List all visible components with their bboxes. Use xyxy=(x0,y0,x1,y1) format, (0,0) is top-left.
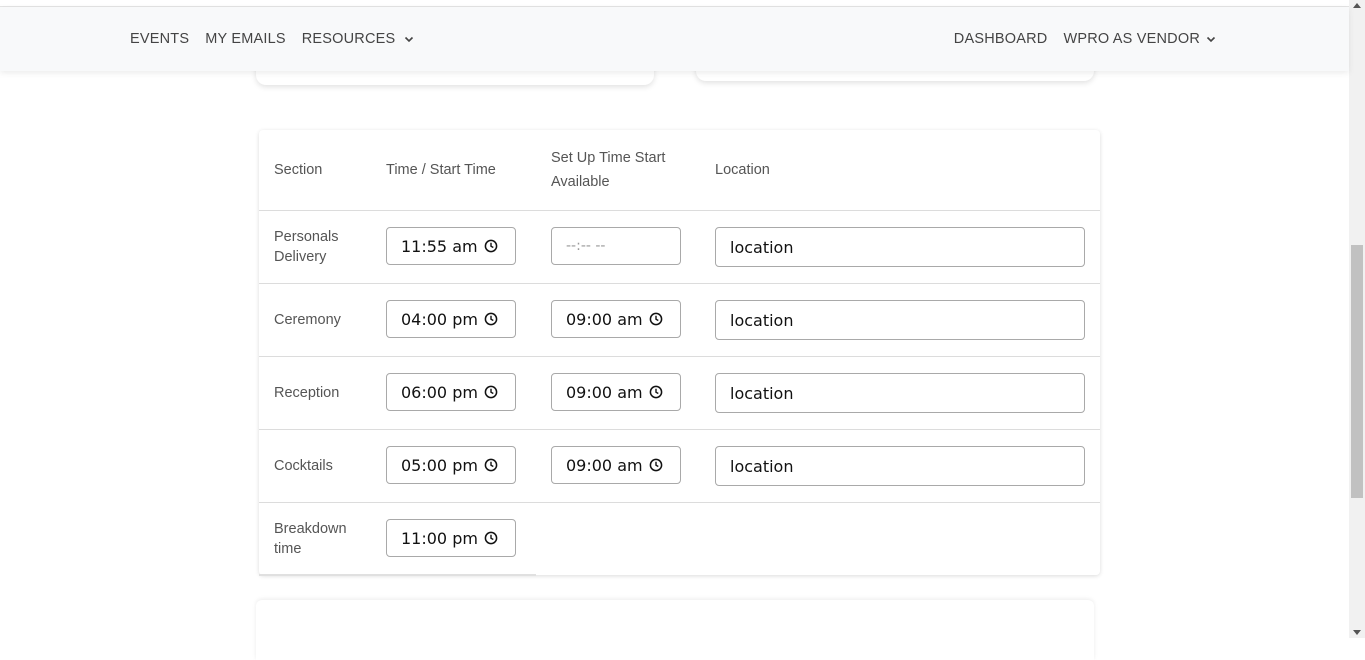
location-input[interactable]: location xyxy=(715,300,1085,340)
location-value: location xyxy=(730,456,794,476)
nav-vendor-label: WPRO AS VENDOR xyxy=(1063,31,1200,47)
browser-top-edge xyxy=(0,0,1349,7)
section-label-line2: Delivery xyxy=(274,249,327,265)
start-time-value: 04:00 pm xyxy=(401,309,478,329)
table-header: Section Time / Start Time Set Up Time St… xyxy=(259,130,1100,211)
nav-resources-dropdown[interactable]: RESOURCES xyxy=(302,31,415,47)
table-row: Reception 06:00 pm 09:00 am location xyxy=(259,357,1100,430)
section-label: Reception xyxy=(274,385,340,401)
header-setup: Set Up Time Start Available xyxy=(551,146,665,194)
header-setup-line2: Available xyxy=(551,174,610,190)
setup-time-input[interactable]: 09:00 am xyxy=(551,300,681,338)
setup-time-input[interactable]: --:-- -- xyxy=(551,227,681,265)
nav-my-emails-link[interactable]: MY EMAILS xyxy=(205,31,286,47)
nav-right-group: DASHBOARD WPRO AS VENDOR xyxy=(954,7,1216,71)
clock-icon[interactable] xyxy=(649,312,663,326)
page-scrollbar[interactable] xyxy=(1349,0,1365,638)
nav-dashboard-label: DASHBOARD xyxy=(953,31,1048,47)
setup-time-value: --:-- -- xyxy=(566,238,606,254)
table-bottom-scroll-indicator xyxy=(259,574,536,576)
top-navbar: EVENTS MY EMAILS RESOURCES DASHBOARD WPR… xyxy=(0,7,1349,71)
location-input[interactable]: location xyxy=(715,373,1085,413)
section-label: Cocktails xyxy=(274,458,333,474)
setup-time-input[interactable]: 09:00 am xyxy=(551,446,681,484)
scroll-up-arrow-icon[interactable] xyxy=(1353,3,1361,8)
header-time: Time / Start Time xyxy=(386,162,496,178)
location-input[interactable]: location xyxy=(715,227,1085,267)
header-section: Section xyxy=(274,162,323,178)
nav-events-label: EVENTS xyxy=(130,31,190,47)
header-location: Location xyxy=(715,162,770,178)
start-time-value: 11:55 am xyxy=(401,236,478,256)
scroll-down-arrow-icon[interactable] xyxy=(1353,630,1361,635)
setup-time-value: 09:00 am xyxy=(566,382,643,402)
table-row: Cocktails 05:00 pm 09:00 am location xyxy=(259,430,1100,503)
section-label-line2: time xyxy=(274,541,302,557)
nav-events-link[interactable]: EVENTS xyxy=(130,31,189,47)
table-row: Personals Delivery 11:55 am --:-- -- loc… xyxy=(259,211,1100,284)
section-label: Breakdown time xyxy=(274,519,347,559)
start-time-input[interactable]: 06:00 pm xyxy=(386,373,516,411)
location-input[interactable]: location xyxy=(715,446,1085,486)
card-bottom-partial xyxy=(256,600,1094,660)
section-label: Ceremony xyxy=(274,312,341,328)
clock-icon[interactable] xyxy=(484,239,498,253)
schedule-table: Section Time / Start Time Set Up Time St… xyxy=(259,130,1100,576)
start-time-input[interactable]: 05:00 pm xyxy=(386,446,516,484)
start-time-input[interactable]: 04:00 pm xyxy=(386,300,516,338)
clock-icon[interactable] xyxy=(649,385,663,399)
clock-icon[interactable] xyxy=(484,458,498,472)
start-time-input[interactable]: 11:00 pm xyxy=(386,519,516,557)
section-label: Personals Delivery xyxy=(274,227,338,267)
start-time-value: 06:00 pm xyxy=(401,382,478,402)
nav-my-emails-label: MY EMAILS xyxy=(205,31,286,47)
setup-time-input[interactable]: 09:00 am xyxy=(551,373,681,411)
chevron-down-icon xyxy=(1206,36,1216,43)
location-value: location xyxy=(730,383,794,403)
table-row: Breakdown time 11:00 pm xyxy=(259,503,1100,575)
clock-icon[interactable] xyxy=(649,458,663,472)
start-time-value: 11:00 pm xyxy=(401,528,478,548)
nav-dashboard-link[interactable]: DASHBOARD xyxy=(954,31,1048,47)
start-time-input[interactable]: 11:55 am xyxy=(386,227,516,265)
clock-icon[interactable] xyxy=(484,385,498,399)
location-value: location xyxy=(730,237,794,257)
clock-icon[interactable] xyxy=(484,531,498,545)
header-setup-line1: Set Up Time Start xyxy=(551,150,666,166)
section-label-line1: Breakdown xyxy=(274,521,347,537)
nav-left-group: EVENTS MY EMAILS RESOURCES xyxy=(130,7,414,71)
chevron-down-icon xyxy=(405,36,414,43)
scrollbar-thumb[interactable] xyxy=(1351,245,1363,498)
nav-vendor-dropdown[interactable]: WPRO AS VENDOR xyxy=(1063,31,1216,47)
setup-time-value: 09:00 am xyxy=(566,455,643,475)
location-value: location xyxy=(730,310,794,330)
clock-icon[interactable] xyxy=(484,312,498,326)
setup-time-value: 09:00 am xyxy=(566,309,643,329)
start-time-value: 05:00 pm xyxy=(401,455,478,475)
table-row: Ceremony 04:00 pm 09:00 am location xyxy=(259,284,1100,357)
section-label-line1: Personals xyxy=(274,229,339,245)
nav-resources-label: RESOURCES xyxy=(301,31,396,47)
